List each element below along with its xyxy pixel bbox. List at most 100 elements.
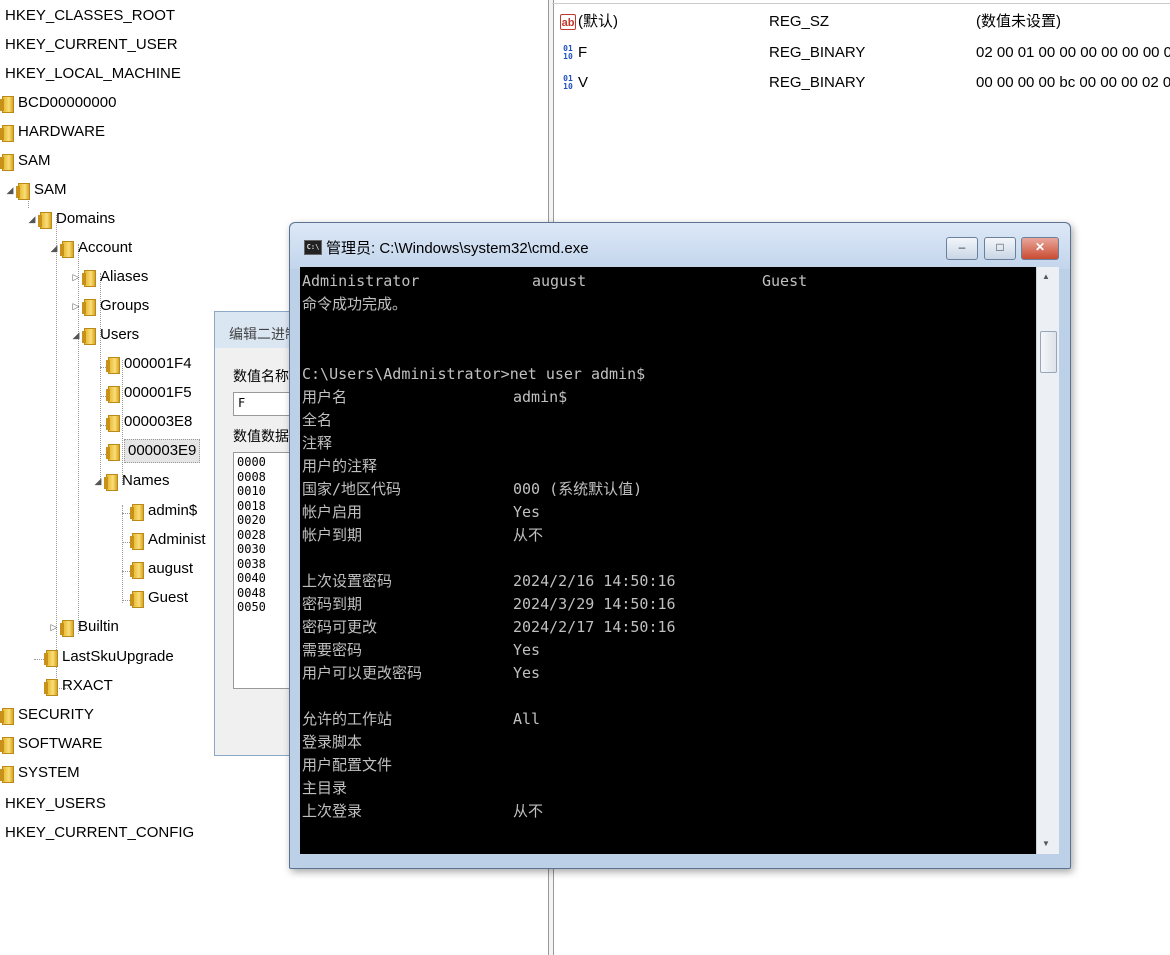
tree-node-name-key[interactable]: Administ [130, 529, 206, 551]
folder-icon [0, 736, 14, 754]
tree-node-lastskuupgrade[interactable]: LastSkuUpgrade [44, 646, 174, 668]
hex-offset: 0048 [237, 585, 266, 600]
maximize-button[interactable]: □ [984, 237, 1016, 260]
tree-node-builtin[interactable]: ▷ Builtin [48, 616, 119, 638]
tree-node-hkcu[interactable]: HKEY_CURRENT_USER [2, 34, 181, 56]
cmd-icon: C:\ [304, 240, 322, 255]
window-title: 管理员: C:\Windows\system32\cmd.exe [326, 240, 589, 257]
field-label: 全名 [302, 411, 333, 429]
tree-node-groups[interactable]: ▷ Groups [70, 295, 149, 317]
hex-offset: 0030 [237, 542, 266, 556]
collapsed-arrow-icon[interactable]: ▷ [48, 616, 60, 638]
tree-node-label: LastSkuUpgrade [62, 648, 174, 665]
tree-node-label: HKEY_CURRENT_USER [5, 36, 178, 53]
hex-offset: 0038 [237, 556, 266, 571]
hex-offset: 0010 [237, 484, 266, 498]
tree-node-label: SAM [34, 181, 67, 198]
expanded-arrow-icon[interactable]: ◢ [92, 470, 104, 492]
hex-offset: 0020 [237, 513, 266, 527]
value-row[interactable]: ab (默认) [560, 11, 618, 33]
folder-icon [0, 95, 14, 113]
expanded-arrow-icon[interactable]: ◢ [26, 208, 38, 230]
console-output[interactable]: Administrator august Guest 命令成功完成。 C:\Us… [300, 267, 1036, 854]
value-type: REG_SZ [769, 13, 830, 30]
folder-icon [0, 153, 14, 171]
tree-node-sam-hive[interactable]: SAM [0, 150, 51, 172]
value-data: 00 00 00 00 bc 00 00 00 02 0 [976, 74, 1170, 91]
field-label: 国家/地区代码 [302, 480, 402, 498]
tree-node-system[interactable]: SYSTEM [0, 762, 80, 784]
binary-value-icon: 01 10 [563, 74, 573, 92]
minimize-button[interactable]: – [946, 237, 978, 260]
folder-icon [130, 590, 144, 608]
expanded-arrow-icon[interactable]: ◢ [48, 237, 60, 259]
tree-node-hku[interactable]: HKEY_USERS [2, 793, 109, 815]
values-header-edge [552, 0, 1170, 4]
folder-icon [38, 211, 52, 229]
folder-icon [106, 356, 120, 374]
tree-node-rxact[interactable]: RXACT [44, 675, 113, 697]
tree-node-bcd[interactable]: BCD00000000 [0, 92, 116, 114]
close-button[interactable]: ✕ [1021, 237, 1059, 260]
folder-icon [130, 532, 144, 550]
expanded-arrow-icon[interactable]: ◢ [70, 324, 82, 346]
folder-icon [82, 269, 96, 287]
value-data: (数值未设置) [976, 13, 1061, 30]
tree-node-user-key[interactable]: 000001F4 [106, 353, 192, 375]
value-type: REG_BINARY [769, 74, 866, 91]
tree-node-label: 000003E9 [124, 439, 201, 463]
field-label: 注释 [302, 434, 333, 452]
field-value: 2024/2/17 14:50:16 [513, 618, 676, 636]
folder-icon [130, 503, 144, 521]
collapsed-arrow-icon[interactable]: ▷ [70, 295, 82, 317]
tree-node-name-key[interactable]: Guest [130, 587, 188, 609]
tree-node-users[interactable]: ◢ Users [70, 324, 139, 346]
folder-icon [44, 649, 58, 667]
tree-line [122, 505, 123, 603]
collapsed-arrow-icon[interactable]: ▷ [70, 266, 82, 288]
tree-node-security[interactable]: SECURITY [0, 704, 94, 726]
tree-node-hkcr[interactable]: HKEY_CLASSES_ROOT [2, 5, 178, 27]
field-value: 从不 [513, 526, 544, 544]
scroll-up-icon[interactable]: ▲ [1042, 272, 1050, 281]
tree-node-user-key-selected[interactable]: 000003E9 [106, 439, 201, 463]
tree-node-hklm[interactable]: HKEY_LOCAL_MACHINE [2, 63, 184, 85]
tree-node-names[interactable]: ◢ Names [92, 470, 170, 492]
value-name-label: 数值名称 [233, 368, 289, 384]
hex-offset: 0008 [237, 469, 266, 484]
tree-node-sam[interactable]: ◢ SAM [4, 179, 67, 201]
folder-icon [106, 385, 120, 403]
value-row[interactable]: 01 10 F [560, 42, 587, 64]
value-row[interactable]: 01 10 V [560, 72, 588, 94]
field-label: 帐户启用 [302, 503, 363, 521]
vertical-scrollbar[interactable]: ▲ ▼ [1036, 267, 1059, 854]
field-label: 用户名 [302, 388, 348, 406]
tree-node-name-key[interactable]: admin$ [130, 500, 197, 522]
tree-node-account[interactable]: ◢ Account [48, 237, 132, 259]
cmd-window[interactable]: C:\ 管理员: C:\Windows\system32\cmd.exe – □… [289, 222, 1071, 869]
scroll-down-icon[interactable]: ▼ [1042, 839, 1050, 848]
tree-node-label: HKEY_LOCAL_MACHINE [5, 65, 181, 82]
tree-node-aliases[interactable]: ▷ Aliases [70, 266, 148, 288]
folder-icon [130, 561, 144, 579]
folder-icon [0, 765, 14, 783]
tree-node-domains[interactable]: ◢ Domains [26, 208, 115, 230]
scroll-thumb[interactable] [1040, 331, 1057, 373]
folder-icon [0, 707, 14, 725]
hex-offsets: 0000 0008 0010 0018 0020 0028 0030 0038 … [237, 455, 266, 615]
tree-node-hardware[interactable]: HARDWARE [0, 121, 105, 143]
expanded-arrow-icon[interactable]: ◢ [4, 179, 16, 201]
folder-icon [60, 240, 74, 258]
hex-offset: 0018 [237, 498, 266, 513]
tree-node-label: HARDWARE [18, 123, 105, 140]
title-bar[interactable]: C:\ 管理员: C:\Windows\system32\cmd.exe – □… [290, 223, 1070, 269]
tree-node-name-key[interactable]: august [130, 558, 193, 580]
tree-node-software[interactable]: SOFTWARE [0, 733, 102, 755]
value-data: 02 00 01 00 00 00 00 00 00 0 [976, 44, 1170, 61]
tree-node-user-key[interactable]: 000001F5 [106, 382, 192, 404]
tree-node-label: 000001F5 [124, 384, 192, 401]
folder-icon [106, 414, 120, 432]
tree-node-hkcc[interactable]: HKEY_CURRENT_CONFIG [2, 822, 197, 844]
field-label: 用户可以更改密码 [302, 664, 423, 682]
tree-node-user-key[interactable]: 000003E8 [106, 411, 192, 433]
